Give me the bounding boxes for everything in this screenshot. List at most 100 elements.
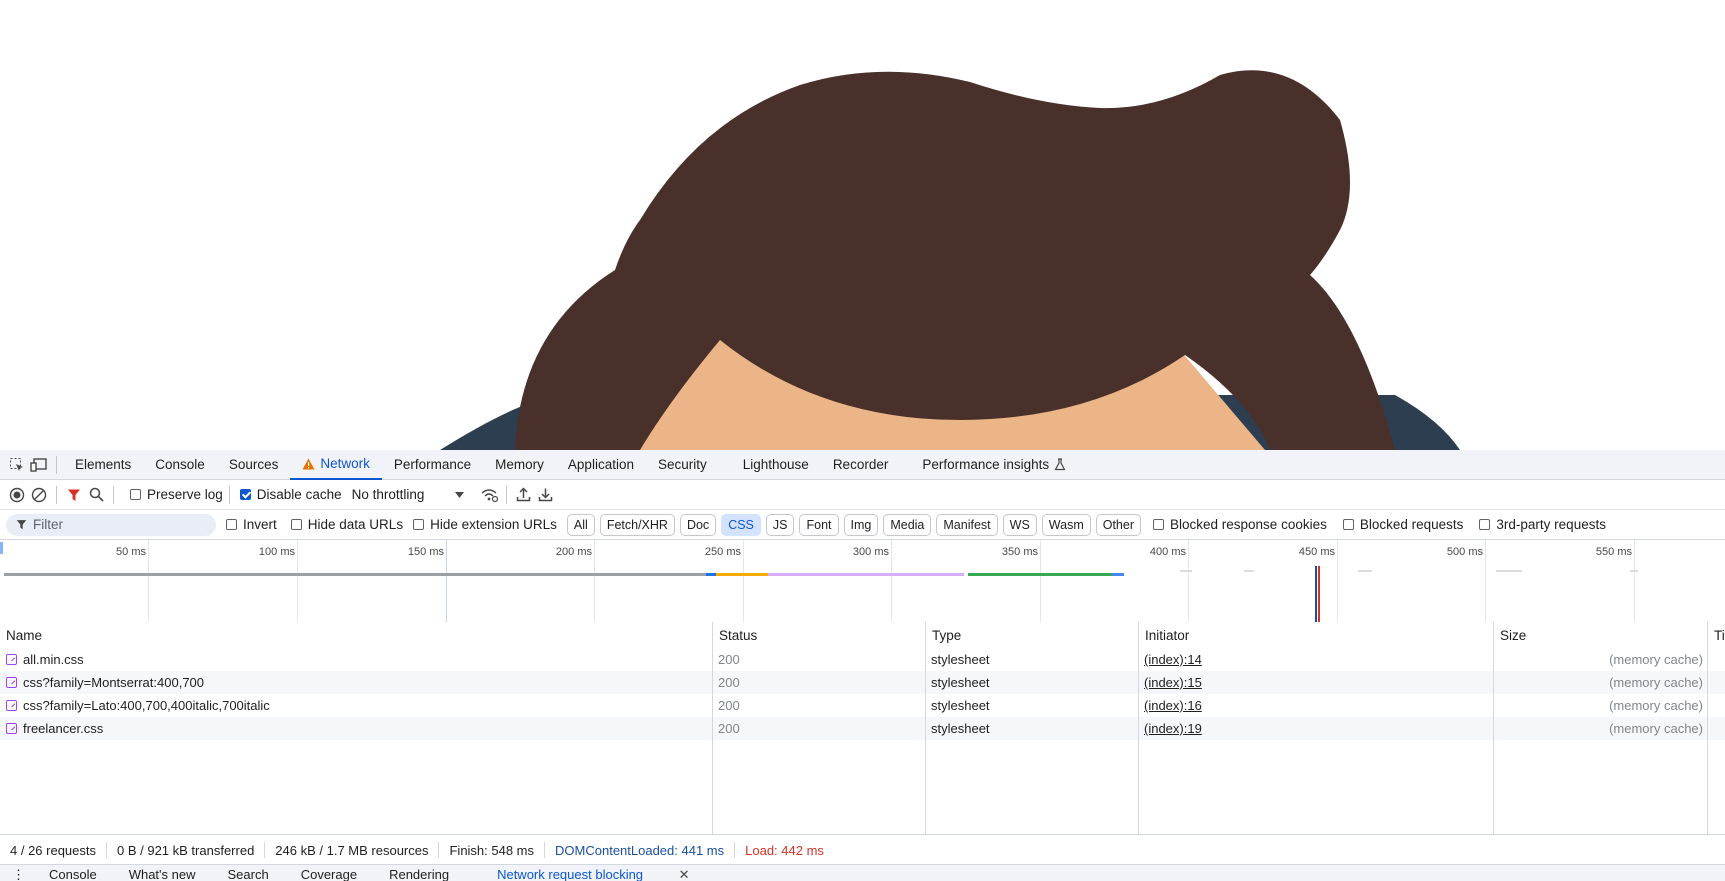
- avatar-illustration: [440, 70, 1460, 450]
- column-header-size[interactable]: Size: [1493, 622, 1707, 648]
- tab-network[interactable]: Network: [290, 450, 382, 480]
- inspect-element-icon[interactable]: [6, 454, 28, 476]
- network-toolbar: Preserve log Disable cache No throttling: [0, 480, 1725, 510]
- drawer-tabs: ⋮ Console What's new Search Coverage Ren…: [0, 864, 1725, 881]
- blocked-requests-checkbox[interactable]: Blocked requests: [1342, 517, 1464, 532]
- timeline-label: 150 ms: [407, 546, 444, 558]
- network-overview-timeline[interactable]: 50 ms 100 ms 150 ms 200 ms 250 ms 300 ms…: [0, 540, 1725, 623]
- tab-label: Lighthouse: [742, 457, 809, 472]
- invert-checkbox[interactable]: Invert: [226, 517, 277, 532]
- request-name: css?family=Montserrat:400,700: [23, 675, 205, 690]
- table-row[interactable]: freelancer.css 200 stylesheet (index):19…: [0, 717, 1725, 740]
- cell-status: 200: [718, 652, 740, 667]
- tab-performance[interactable]: Performance: [382, 450, 483, 480]
- type-filter-css[interactable]: CSS: [721, 513, 761, 536]
- checkbox-box[interactable]: [226, 519, 237, 530]
- tab-elements[interactable]: Elements: [63, 450, 143, 480]
- initiator-link[interactable]: (index):14: [1138, 648, 1202, 671]
- close-icon[interactable]: ✕: [663, 865, 706, 881]
- clear-icon[interactable]: [28, 484, 50, 506]
- tab-recorder[interactable]: Recorder: [821, 450, 901, 480]
- cell-status: 200: [718, 698, 740, 713]
- tab-console[interactable]: Console: [143, 450, 217, 480]
- tab-memory[interactable]: Memory: [483, 450, 556, 480]
- tab-application[interactable]: Application: [556, 450, 646, 480]
- divider: [113, 485, 114, 504]
- checkbox-box[interactable]: [413, 519, 425, 530]
- tab-sources[interactable]: Sources: [217, 450, 291, 480]
- type-filter-manifest[interactable]: Manifest: [936, 513, 998, 536]
- checkbox-box[interactable]: [130, 489, 141, 500]
- table-row[interactable]: all.min.css 200 stylesheet (index):14 (m…: [0, 648, 1725, 671]
- drawer-tab-rendering[interactable]: Rendering: [373, 865, 465, 881]
- column-header-name[interactable]: Name: [0, 622, 712, 648]
- blocked-response-cookies-checkbox[interactable]: Blocked response cookies: [1153, 517, 1327, 532]
- throttling-select[interactable]: No throttling: [352, 487, 464, 502]
- column-divider: [925, 648, 926, 834]
- type-filter-other[interactable]: Other: [1095, 513, 1141, 536]
- cell-type: stylesheet: [931, 675, 990, 690]
- record-icon[interactable]: [6, 484, 28, 506]
- requests-table-body: all.min.css 200 stylesheet (index):14 (m…: [0, 648, 1725, 834]
- import-har-icon[interactable]: [513, 484, 535, 506]
- search-icon[interactable]: [85, 484, 107, 506]
- checkbox-box[interactable]: [1342, 519, 1354, 530]
- column-header-type[interactable]: Type: [925, 622, 1138, 648]
- column-header-status[interactable]: Status: [712, 622, 925, 648]
- preserve-log-checkbox[interactable]: Preserve log: [130, 487, 223, 502]
- type-filter-doc[interactable]: Doc: [679, 513, 717, 536]
- type-filter-media[interactable]: Media: [883, 513, 932, 536]
- drawer-menu-icon[interactable]: ⋮: [0, 865, 33, 881]
- checkbox-box[interactable]: [1479, 519, 1491, 530]
- type-filter-fetch-xhr[interactable]: Fetch/XHR: [599, 513, 675, 536]
- timeline-selection-handle[interactable]: [0, 542, 3, 554]
- initiator-link[interactable]: (index):19: [1138, 717, 1202, 740]
- type-filter-font[interactable]: Font: [799, 513, 839, 536]
- tab-performance-insights[interactable]: Performance insights: [910, 450, 1078, 480]
- filter-input[interactable]: Filter: [6, 513, 216, 536]
- timeline-gridline: [446, 540, 447, 622]
- drawer-tab-console[interactable]: Console: [33, 865, 113, 881]
- third-party-requests-checkbox[interactable]: 3rd-party requests: [1479, 517, 1606, 532]
- dropdown-arrow-icon: [454, 491, 464, 498]
- resource-type-filters: All Fetch/XHR Doc CSS JS Font Img Media …: [562, 513, 1141, 536]
- initiator-link[interactable]: (index):16: [1138, 694, 1202, 717]
- tab-lighthouse[interactable]: Lighthouse: [731, 450, 821, 480]
- device-toolbar-icon[interactable]: [28, 454, 50, 476]
- type-filter-wasm[interactable]: Wasm: [1041, 513, 1091, 536]
- type-filter-img[interactable]: Img: [843, 513, 879, 536]
- timeline-bar-minor: [1630, 570, 1638, 572]
- drawer-tab-coverage[interactable]: Coverage: [285, 865, 373, 881]
- type-filter-ws[interactable]: WS: [1002, 513, 1037, 536]
- timeline-label: 500 ms: [1446, 546, 1483, 558]
- disable-cache-checkbox[interactable]: Disable cache: [239, 487, 342, 502]
- column-header-time[interactable]: Ti: [1707, 622, 1725, 648]
- cell-name: all.min.css: [0, 648, 712, 671]
- checkbox-box[interactable]: [290, 519, 302, 530]
- timeline-bar-minor: [1244, 570, 1254, 572]
- tab-label: Recorder: [832, 457, 889, 472]
- checkbox-box[interactable]: [1153, 519, 1164, 530]
- hide-data-urls-checkbox[interactable]: Hide data URLs: [290, 517, 404, 532]
- initiator-link[interactable]: (index):15: [1138, 671, 1202, 694]
- divider: [505, 485, 507, 504]
- checkbox-box[interactable]: [239, 489, 251, 500]
- table-row[interactable]: css?family=Lato:400,700,400italic,700ita…: [0, 694, 1725, 717]
- drawer-tab-search[interactable]: Search: [212, 865, 285, 881]
- hide-extension-urls-checkbox[interactable]: Hide extension URLs: [413, 517, 557, 532]
- network-conditions-icon[interactable]: [478, 484, 500, 506]
- checkbox-label: Hide data URLs: [307, 517, 404, 532]
- drawer-tab-network-request-blocking[interactable]: Network request blocking ✕: [465, 865, 722, 881]
- divider: [56, 485, 57, 504]
- table-row[interactable]: css?family=Montserrat:400,700 200 styles…: [0, 671, 1725, 694]
- devtools-panel: Elements Console Sources Network Perform…: [0, 450, 1725, 881]
- type-filter-all[interactable]: All: [566, 513, 595, 536]
- drawer-tab-whats-new[interactable]: What's new: [113, 865, 212, 881]
- type-filter-js[interactable]: JS: [765, 513, 795, 536]
- filter-funnel-icon[interactable]: [63, 484, 85, 506]
- tab-security[interactable]: Security: [646, 450, 719, 480]
- checkbox-label: Hide extension URLs: [430, 517, 557, 532]
- export-har-icon[interactable]: [535, 484, 557, 506]
- column-header-initiator[interactable]: Initiator: [1138, 622, 1493, 648]
- checkbox-label: Blocked requests: [1359, 517, 1464, 532]
